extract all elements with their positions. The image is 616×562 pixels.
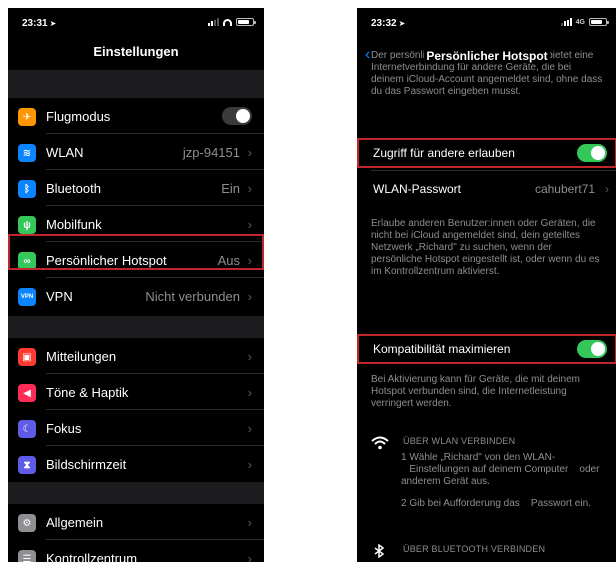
settings-row-label: Töne & Haptik [46,384,129,400]
wifi-icon: ≋ [18,144,36,162]
signal-icon [208,18,219,26]
chevron-right-icon: › [247,456,252,472]
row-separator [371,170,616,171]
chevron-right-icon: › [247,180,252,196]
settings-row-label: Allgemein [46,514,104,530]
settings-row-speaker[interactable]: ◀ Töne & Haptik › [8,374,264,410]
bluetooth-icon [374,544,385,558]
settings-row-value: jzp-94151 [182,144,240,160]
toggles-icon: ☰ [18,550,36,562]
settings-row-label: Flugmodus [46,108,111,124]
max-compat-note: Bei Aktivierung kann für Geräte, die mit… [371,374,580,409]
max-compat-highlight [357,334,616,364]
settings-row-value: Nicht verbunden [145,288,240,304]
vpn-icon: VPN [18,288,36,306]
speaker-icon: ◀ [18,384,36,402]
network-type: 4G [575,18,585,26]
wifi-step-2: 2 Gib bei Aufforderung das Passwort ein. [401,498,591,509]
status-bar: 23:31 ➤ [8,8,264,34]
hotspot-screen: 23:32➤ 4G Der persönliche Hotspot deines… [357,8,616,562]
antenna-icon: ψ [18,216,36,234]
back-chevron-icon[interactable]: ‹ [365,46,370,64]
chevron-right-icon: › [247,550,252,562]
status-time: 23:32 ➤ [371,18,406,29]
settings-row-value: Ein [221,180,240,196]
settings-row-notifications[interactable]: ▣ Mitteilungen › [8,338,264,374]
airplane-icon: ✈ [18,108,36,126]
location-arrow-icon: ➤ [398,19,406,28]
wifi-connect-heading: ÜBER WLAN VERBINDEN [403,436,516,446]
location-arrow-icon: ➤ [49,19,57,28]
status-time: 23:31 ➤ [22,18,57,29]
settings-row-label: Mobilfunk [46,216,102,232]
section-divider [8,482,264,504]
chevron-right-icon: › [247,216,252,232]
allow-others-note: Erlaube anderen Benutzer:innen oder Gerä… [371,218,600,277]
wifi-icon [371,436,389,450]
wifi-password-label: WLAN-Passwort [373,182,462,196]
settings-row-label: Bildschirmzeit [46,456,127,472]
settings-row-gear[interactable]: ⚙ Allgemein › [8,504,264,540]
gear-icon: ⚙ [18,514,36,532]
chevron-right-icon: › [247,348,252,364]
signal-icon [560,18,572,26]
page-title: Einstellungen [93,44,179,59]
chevron-right-icon: › [605,182,609,196]
settings-row-moon[interactable]: ☾ Fokus › [8,410,264,446]
general-group: ⚙ Allgemein › ☰ Kontrollzentrum › [8,504,264,562]
settings-row-airplane[interactable]: ✈ Flugmodus [8,98,264,134]
settings-row-wifi[interactable]: ≋ WLAN jzp-94151 › [8,134,264,170]
wifi-status-icon [223,18,232,26]
settings-row-label: WLAN [46,144,84,160]
section-divider [8,316,264,338]
wifi-password-row[interactable]: WLAN-Passwort cahubert71 › [357,174,616,204]
chevron-right-icon: › [247,384,252,400]
bluetooth-icon: ᛒ [18,180,36,198]
settings-row-label: Bluetooth [46,180,101,196]
chevron-right-icon: › [247,144,252,160]
airplane-mode-toggle[interactable] [222,107,252,125]
chevron-right-icon: › [247,288,252,304]
settings-row-bluetooth[interactable]: ᛒ Bluetooth Ein › [8,170,264,206]
settings-row-hourglass[interactable]: ⧗ Bildschirmzeit › [8,446,264,482]
status-bar: 23:32 ➤ 4G [357,8,616,34]
settings-row-toggles[interactable]: ☰ Kontrollzentrum › [8,540,264,562]
page-title: Persönlicher Hotspot [424,49,550,63]
wifi-step-1: 1 Wähle „Richard" von den WLAN- Einstell… [401,452,600,487]
notifications-icon: ▣ [18,348,36,366]
wifi-password-value: cahubert71 [534,182,595,196]
allow-others-highlight [357,138,616,168]
settings-row-label: Kontrollzentrum [46,550,138,562]
settings-row-label: Fokus [46,420,82,436]
bluetooth-connect-heading: ÜBER BLUETOOTH VERBINDEN [403,544,546,554]
chevron-right-icon: › [247,514,252,530]
settings-row-label: Mitteilungen [46,348,117,364]
hotspot-highlight [8,234,264,270]
section-divider [8,70,264,98]
battery-icon [236,18,256,26]
chevron-right-icon: › [247,420,252,436]
settings-row-vpn[interactable]: VPN VPN Nicht verbunden › [8,278,264,314]
connectivity-group: ✈ Flugmodus ≋ WLAN jzp-94151 › ᛒ Bluetooth Ein › ψ… [8,98,264,314]
moon-icon: ☾ [18,420,36,438]
settings-screen: 23:31 ➤ Einstellungen ✈ Flugmodus ≋ WLAN jzp-… [8,8,264,562]
battery-icon [589,18,609,26]
settings-row-label: VPN [46,288,73,304]
hourglass-icon: ⧗ [18,456,36,474]
notifications-group: ▣ Mitteilungen › ◀ Töne & Haptik › ☾ Fokus › ⧗ Bil… [8,338,264,482]
